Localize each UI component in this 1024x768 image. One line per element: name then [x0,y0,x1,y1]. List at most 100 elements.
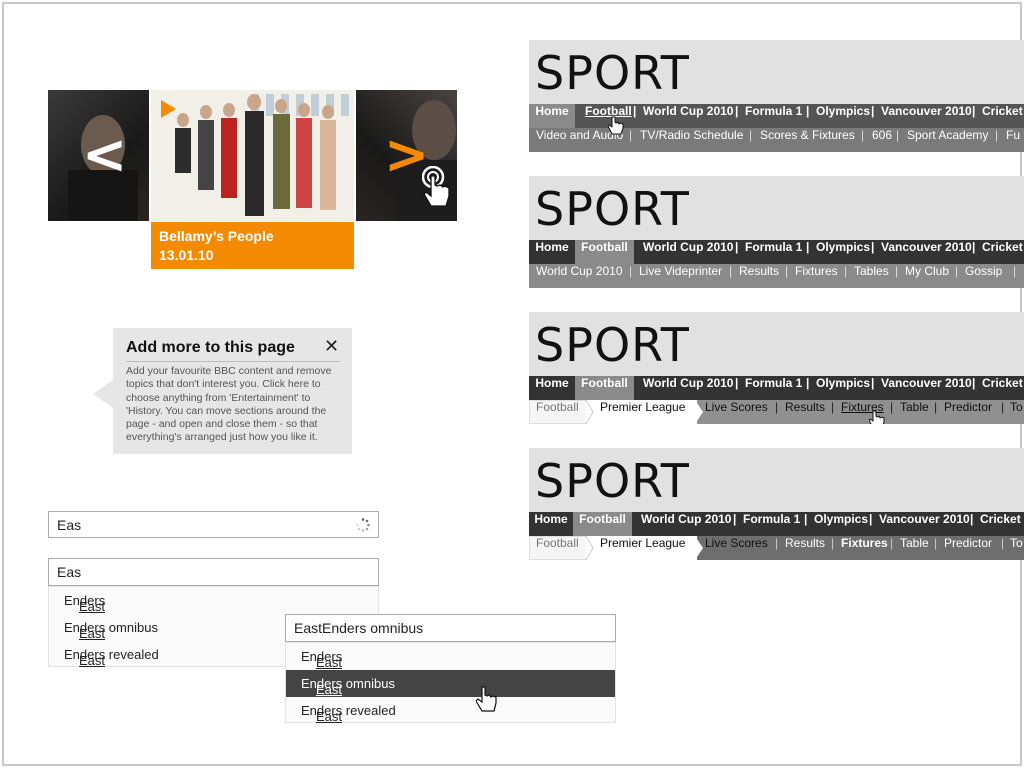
subnav-results[interactable]: Results [785,400,825,414]
nav-formula-1[interactable]: Formula 1 [745,104,802,128]
pointer-click-icon [422,166,450,207]
nav-separator: | [896,128,900,142]
nav-olympics[interactable]: Olympics [816,104,870,128]
search-input-selected[interactable] [285,614,616,642]
nav-football-selected[interactable]: Football [573,512,632,536]
nav-separator: | [1001,400,1005,414]
subnav-tables[interactable]: Tables [854,264,889,288]
suggestion-item[interactable]: East Enders [49,587,378,614]
nav-home[interactable]: Home [529,376,575,400]
search-input-autocomplete[interactable] [48,558,379,586]
subnav-more[interactable]: Fu [1006,128,1020,152]
nav-separator: | [972,104,976,118]
subnav-more[interactable]: To [1010,400,1023,414]
subnav-table[interactable]: Table [900,400,929,414]
subnav-sport-academy[interactable]: Sport Academy [907,128,988,152]
suggestion-item[interactable]: East Enders [286,643,615,670]
nav-vancouver[interactable]: Vancouver 2010 [879,512,970,536]
nav-separator: | [749,128,753,142]
nav-olympics[interactable]: Olympics [816,240,870,264]
subnav-606[interactable]: 606 [872,128,892,152]
nav-formula-1[interactable]: Formula 1 [745,376,802,400]
nav-vancouver[interactable]: Vancouver 2010 [881,104,972,128]
breadcrumb-premier-league[interactable]: Premier League [600,536,685,550]
nav-home[interactable]: Home [529,512,573,536]
breadcrumb-premier-league[interactable]: Premier League [600,400,685,414]
sport-logo[interactable]: SPORT [535,48,690,98]
subnav-more[interactable]: To [1010,536,1023,550]
nav-cricket[interactable]: Cricket [982,376,1023,400]
nav-world-cup[interactable]: World Cup 2010 [643,104,733,128]
subnav-predictor[interactable]: Predictor [944,400,992,414]
nav-vancouver[interactable]: Vancouver 2010 [881,240,972,264]
subnav-tv-radio[interactable]: TV/Radio Schedule [640,128,743,152]
nav-world-cup[interactable]: World Cup 2010 [643,376,733,400]
suggestion-item-highlighted[interactable]: East Enders omnibus [286,670,615,697]
nav-separator: | [735,240,739,254]
nav-home[interactable]: Home [529,104,575,128]
subnav-table[interactable]: Table [900,536,929,550]
nav-vancouver[interactable]: Vancouver 2010 [881,376,972,400]
nav-separator: | [970,512,974,526]
sport-logo[interactable]: SPORT [535,184,690,234]
primary-nav: Home Football World Cup 2010 | Formula 1… [529,512,1024,536]
suggestion-item[interactable]: East Enders revealed [286,697,615,724]
subnav-live-scores[interactable]: Live Scores [705,400,768,414]
subnav-results[interactable]: Results [739,264,779,288]
nav-football-selected[interactable]: Football [575,376,634,400]
nav-separator: | [861,128,865,142]
breadcrumb: Football Premier League Live Scores | Re… [529,400,1024,424]
nav-formula-1[interactable]: Formula 1 [743,512,800,536]
search-field-2[interactable] [57,564,321,580]
close-icon[interactable]: ✕ [324,336,339,357]
subnav-world-cup[interactable]: World Cup 2010 [536,264,623,288]
secondary-nav: Video and Audio | TV/Radio Schedule | Sc… [529,128,1024,152]
subnav-my-club[interactable]: My Club [905,264,949,288]
add-more-tooltip: Add more to this page ✕ Add your favouri… [93,328,352,454]
search-input-loading[interactable] [48,511,379,538]
play-icon[interactable] [161,100,176,118]
carousel-caption[interactable]: Bellamy’s People 13.01.10 [151,222,354,269]
subnav-results[interactable]: Results [785,536,825,550]
subnav-fixtures[interactable]: Fixtures [795,264,838,288]
nav-formula-1[interactable]: Formula 1 [745,240,802,264]
cast-photo [151,90,354,221]
carousel-current-panel[interactable] [151,90,354,221]
breadcrumb-chevron-icon [695,536,703,560]
subnav-live-scores[interactable]: Live Scores [705,536,768,550]
subnav-predictor[interactable]: Predictor [944,536,992,550]
nav-world-cup[interactable]: World Cup 2010 [643,240,733,264]
nav-cricket[interactable]: Cricket [980,512,1021,536]
subnav-fixtures-active[interactable]: Fixtures [841,536,888,550]
breadcrumb-chevron-icon [695,400,703,424]
autocomplete-list-2: East Enders East Enders omnibus East Enders… [285,642,616,724]
nav-cricket[interactable]: Cricket [982,240,1023,264]
breadcrumb-football[interactable]: Football [536,536,579,550]
nav-separator: | [995,128,999,142]
sport-header-v2: SPORT Home Football World Cup 2010 | For… [529,176,1024,288]
nav-football-selected[interactable]: Football [575,240,634,264]
hand-cursor-icon [869,410,885,424]
nav-world-cup[interactable]: World Cup 2010 [641,512,731,536]
breadcrumb-football[interactable]: Football [536,400,579,414]
nav-separator: | [871,376,875,390]
nav-separator: | [629,264,633,278]
search-field-1[interactable] [57,517,321,533]
nav-olympics[interactable]: Olympics [816,376,870,400]
primary-nav: Home Football World Cup 2010 | Formula 1… [529,240,1024,264]
nav-separator: | [806,104,810,118]
nav-olympics[interactable]: Olympics [814,512,868,536]
prev-arrow-icon[interactable]: < [82,128,127,182]
sport-logo[interactable]: SPORT [535,456,690,506]
subnav-scores-fixtures[interactable]: Scores & Fixtures [760,128,855,152]
subnav-live-videprinter[interactable]: Live Videprinter [639,264,722,288]
nav-home[interactable]: Home [529,240,575,264]
primary-nav: Home Football World Cup 2010 | Formula 1… [529,376,1024,400]
nav-separator: | [869,512,873,526]
subnav-gossip[interactable]: Gossip [965,264,1002,288]
carousel-prev-panel[interactable]: < [48,90,149,221]
sport-logo[interactable]: SPORT [535,320,690,370]
nav-separator: | [806,240,810,254]
search-field-3[interactable] [294,620,558,636]
nav-cricket[interactable]: Cricket [982,104,1023,128]
